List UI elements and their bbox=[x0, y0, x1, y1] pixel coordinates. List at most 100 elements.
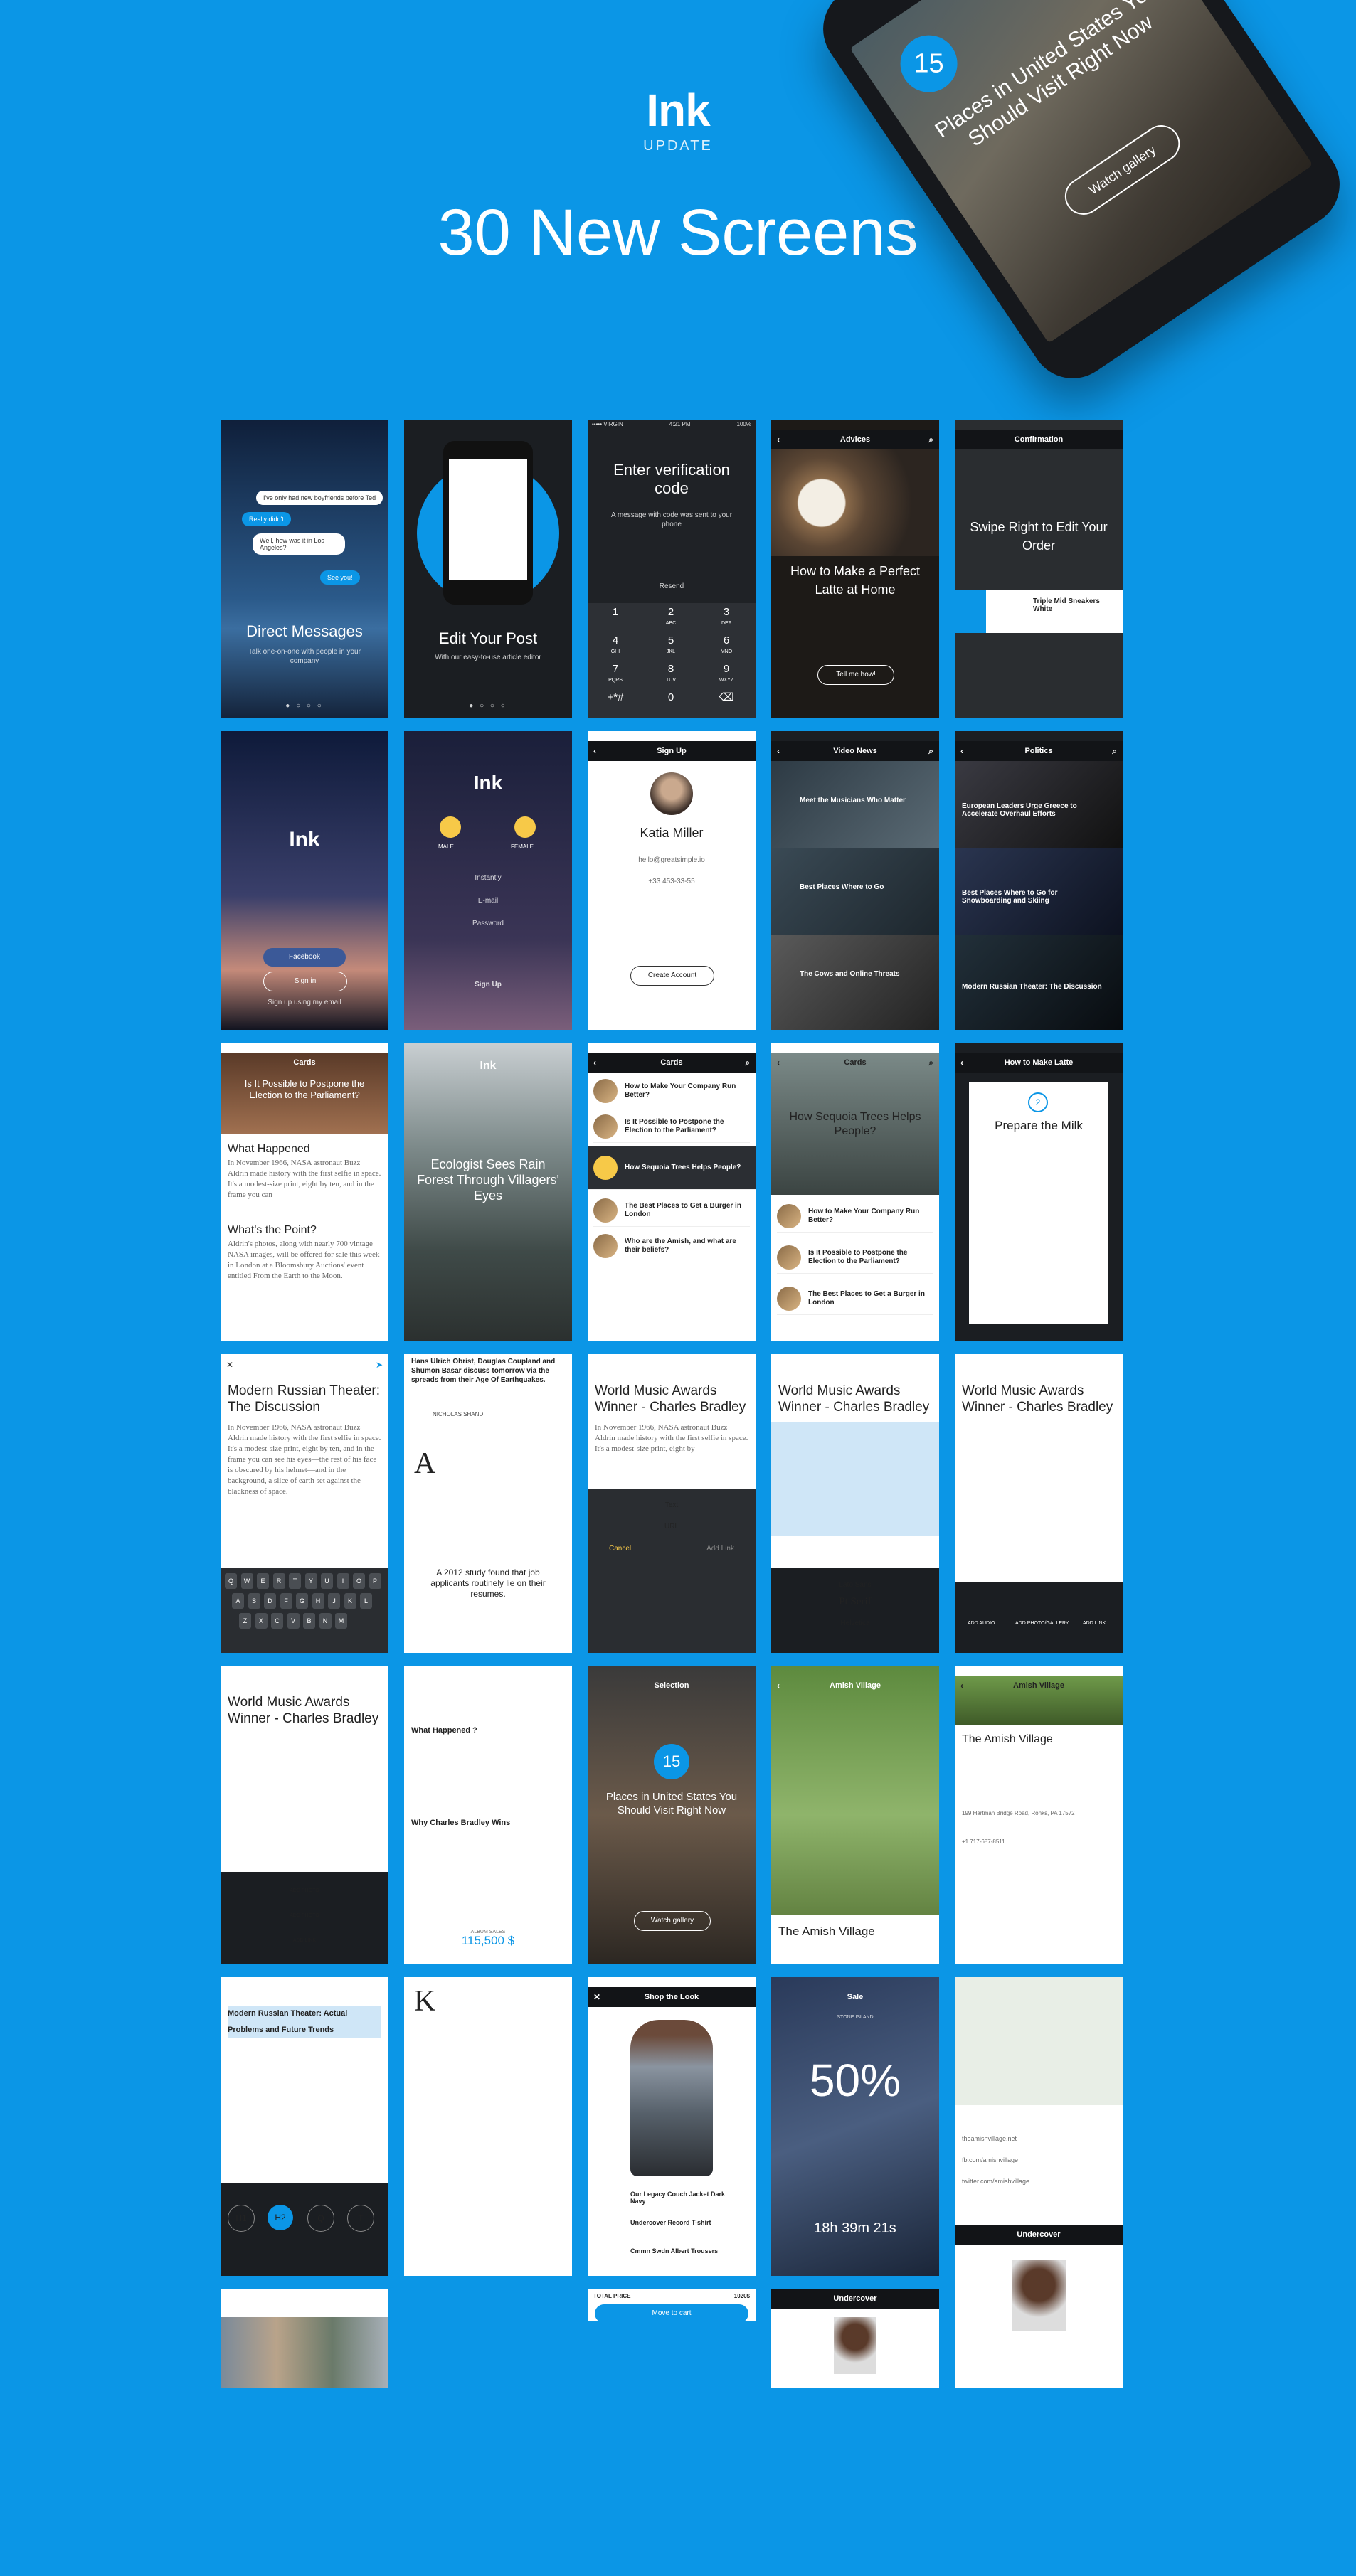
resend-link[interactable]: Resend bbox=[602, 582, 741, 591]
keyboard-key[interactable]: D bbox=[264, 1593, 276, 1609]
close-icon[interactable]: ✕ bbox=[226, 1360, 233, 1370]
back-icon[interactable]: ‹ bbox=[777, 746, 780, 756]
create-account-button[interactable]: Create Account bbox=[630, 966, 714, 986]
keyboard-key[interactable]: P bbox=[369, 1573, 381, 1589]
post-title[interactable]: World Music Awards Winner - Charles Brad… bbox=[228, 1694, 381, 1727]
keyboard-key[interactable]: H bbox=[312, 1593, 324, 1609]
link[interactable]: theamishvillage.net bbox=[962, 2134, 1116, 2144]
post-title[interactable]: Modern Russian Theater: The Discussion bbox=[228, 1383, 381, 1415]
list-item-highlight[interactable]: How Sequoia Trees Helps People? bbox=[588, 1146, 756, 1190]
signup-email-link[interactable]: Sign up using my email bbox=[235, 998, 374, 1007]
keyboard-key[interactable]: J bbox=[328, 1593, 340, 1609]
cancel-button[interactable]: Cancel bbox=[609, 1545, 631, 1553]
back-icon[interactable]: ‹ bbox=[777, 435, 780, 445]
phone[interactable]: +1 717-687-8511 bbox=[962, 1836, 1116, 1847]
keyboard-key[interactable]: W bbox=[240, 1573, 253, 1589]
keyboard-key[interactable]: E bbox=[257, 1573, 269, 1589]
post-title[interactable]: World Music Awards Winner - Charles Brad… bbox=[962, 1383, 1116, 1415]
list-item[interactable]: How to Make Your Company Run Better? bbox=[777, 1201, 933, 1233]
email-value[interactable]: hello@greatsimple.io bbox=[602, 856, 741, 865]
list-item[interactable]: Is It Possible to Postpone the Election … bbox=[593, 1111, 750, 1143]
back-icon[interactable]: ‹ bbox=[593, 746, 596, 756]
keyboard-key[interactable]: M bbox=[335, 1613, 347, 1629]
list-item[interactable]: Is It Possible to Postpone the Election … bbox=[777, 1242, 933, 1274]
keyboard-key[interactable]: X bbox=[255, 1613, 268, 1629]
back-icon[interactable]: ‹ bbox=[960, 1681, 963, 1691]
password-field[interactable]: Password bbox=[418, 919, 558, 928]
keypad-key[interactable]: 7 PQRS bbox=[588, 660, 643, 688]
list-item[interactable]: Who are the Amish, and what are their be… bbox=[593, 1230, 750, 1262]
keyboard-key[interactable]: L bbox=[360, 1593, 372, 1609]
keyboard-key[interactable]: K bbox=[344, 1593, 356, 1609]
post-body[interactable]: In November 1966, NASA astronaut Buzz Al… bbox=[595, 1422, 748, 1465]
gallery-strip[interactable] bbox=[221, 2317, 388, 2388]
add-link-button[interactable]: ADD LINK bbox=[1083, 1621, 1106, 1626]
keyboard-key[interactable]: S bbox=[248, 1593, 260, 1609]
move-to-cart-button[interactable]: Move to cart bbox=[595, 2304, 748, 2321]
keyboard-key[interactable]: O bbox=[353, 1573, 365, 1589]
keypad-key[interactable]: 0 bbox=[643, 688, 699, 717]
text-button[interactable]: T bbox=[347, 2205, 374, 2232]
male-avatar-icon[interactable] bbox=[440, 816, 461, 838]
keyboard-key[interactable]: U bbox=[321, 1573, 333, 1589]
search-icon[interactable]: ⌕ bbox=[928, 1058, 933, 1068]
author-name[interactable]: NICHOLAS SHAND bbox=[433, 1411, 483, 1417]
facebook-button[interactable]: Facebook bbox=[263, 948, 346, 967]
keypad-key[interactable]: ⌫ bbox=[699, 688, 754, 717]
search-icon[interactable]: ⌕ bbox=[928, 435, 933, 445]
keyboard-key[interactable]: Z bbox=[239, 1613, 251, 1629]
add-photo-button[interactable]: ADD PHOTO bbox=[235, 1911, 374, 1920]
hero-button[interactable]: Watch gallery bbox=[1057, 117, 1187, 222]
text-field[interactable]: Text bbox=[602, 1501, 741, 1510]
back-icon[interactable]: ‹ bbox=[960, 1058, 963, 1068]
keypad-key[interactable]: 6 MNO bbox=[699, 632, 754, 660]
add-audio-button[interactable]: ADD AUDIO bbox=[968, 1621, 995, 1626]
post-title-selected[interactable]: Modern Russian Theater: Actual Problems … bbox=[228, 2006, 381, 2038]
send-icon[interactable]: ➤ bbox=[376, 1360, 383, 1370]
keyboard-key[interactable]: T bbox=[289, 1573, 301, 1589]
video-card[interactable] bbox=[771, 761, 939, 848]
font-option[interactable]: Lato Sans bbox=[785, 1580, 925, 1590]
keypad-key[interactable]: 5 JKL bbox=[643, 632, 699, 660]
keypad-key[interactable]: 4 GHI bbox=[588, 632, 643, 660]
link[interactable]: fb.com/amishvillage bbox=[962, 2155, 1116, 2166]
watch-gallery-button[interactable]: Watch gallery bbox=[634, 1911, 711, 1931]
search-icon[interactable]: ⌕ bbox=[745, 1058, 750, 1068]
link[interactable]: twitter.com/amishvillage bbox=[962, 2176, 1116, 2187]
avatar[interactable] bbox=[650, 772, 693, 815]
keyboard-key[interactable]: N bbox=[319, 1613, 332, 1629]
keyboard-key[interactable]: I bbox=[337, 1573, 349, 1589]
username-field[interactable]: Instantly bbox=[418, 873, 558, 883]
list-item[interactable]: How to Make Your Company Run Better? bbox=[593, 1075, 750, 1107]
h2-button[interactable]: H2 bbox=[268, 2205, 293, 2230]
search-icon[interactable]: ⌕ bbox=[1112, 746, 1117, 757]
keyboard-key[interactable]: A bbox=[232, 1593, 244, 1609]
keyboard-key[interactable]: Q bbox=[225, 1573, 237, 1589]
email-field[interactable]: E-mail bbox=[418, 896, 558, 905]
font-option[interactable]: Helvetica bbox=[785, 1619, 925, 1628]
keyboard-key[interactable]: B bbox=[303, 1613, 315, 1629]
add-photo-button[interactable]: ADD PHOTO bbox=[235, 1886, 374, 1895]
back-icon[interactable]: ‹ bbox=[593, 1058, 596, 1068]
product-title[interactable]: Our Legacy Couch Jacket Dark Navy bbox=[630, 2191, 737, 2205]
video-card[interactable] bbox=[771, 935, 939, 1030]
keyboard-key[interactable]: F bbox=[280, 1593, 292, 1609]
post-body[interactable]: In November 1966, NASA astronaut Buzz Al… bbox=[228, 1422, 381, 1536]
keyboard-key[interactable]: G bbox=[296, 1593, 308, 1609]
product-title[interactable]: Undercover Record T-shirt bbox=[630, 2219, 737, 2226]
edit-swipe-action[interactable] bbox=[955, 590, 986, 633]
back-icon[interactable]: ‹ bbox=[777, 1681, 780, 1691]
video-card[interactable] bbox=[771, 848, 939, 935]
font-option-selected[interactable]: Pt Serif bbox=[785, 1597, 925, 1607]
keyboard-key[interactable]: R bbox=[272, 1573, 285, 1589]
keypad-key[interactable]: 8 TUV bbox=[643, 660, 699, 688]
post-title[interactable]: World Music Awards Winner - Charles Brad… bbox=[595, 1383, 748, 1415]
product-title[interactable]: Cmmn Swdn Albert Trousers bbox=[630, 2247, 737, 2255]
back-icon[interactable]: ‹ bbox=[777, 1058, 780, 1068]
keypad-key[interactable]: 3 DEF bbox=[699, 603, 754, 632]
signin-button[interactable]: Sign in bbox=[263, 972, 347, 991]
keypad-key[interactable]: 9 WXYZ bbox=[699, 660, 754, 688]
url-field[interactable]: URL bbox=[602, 1522, 741, 1531]
search-icon[interactable]: ⌕ bbox=[928, 746, 933, 757]
post-title[interactable]: World Music Awards Winner - Charles Brad… bbox=[778, 1383, 932, 1415]
